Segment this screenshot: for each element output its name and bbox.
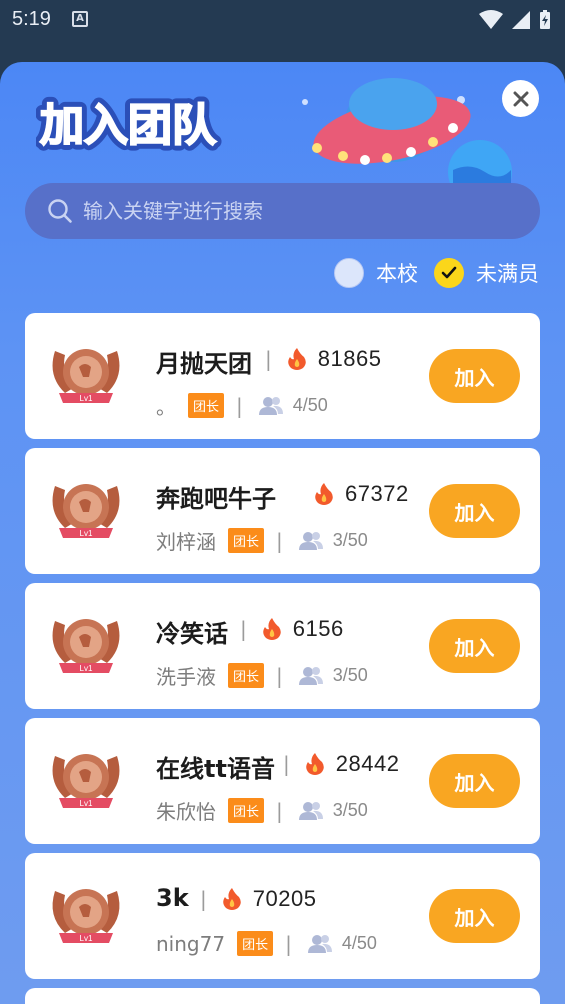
leader-name: 刘梓涵 xyxy=(156,530,216,554)
search-bar[interactable] xyxy=(25,183,540,239)
leader-tag: 团长 xyxy=(228,798,265,823)
team-name: 在线tt语音 xyxy=(156,755,275,783)
search-input[interactable] xyxy=(83,199,503,223)
leader-tag: 团长 xyxy=(228,528,265,553)
team-name: 3k xyxy=(156,884,189,912)
svg-text:Lv1: Lv1 xyxy=(80,664,93,673)
members-icon xyxy=(298,666,323,685)
member-count-text: 3/50 xyxy=(332,530,368,550)
team-list: Lv1 月抛天团 | 81865 。 团长 | 4/50 加入 Lv1 奔跑吧牛… xyxy=(25,313,540,1004)
filter-label: 未满员 xyxy=(476,262,539,286)
team-score: 28442 xyxy=(335,751,400,776)
team-card: Lv1 奔跑吧牛子 67372 刘梓涵 团长 | 3/50 加入 xyxy=(25,448,540,574)
join-team-sheet: 加入团队 加入团队 本校 未满员 xyxy=(0,62,565,1004)
join-button[interactable]: 加入 xyxy=(429,619,520,673)
join-button[interactable]: 加入 xyxy=(429,484,520,538)
team-card-partial xyxy=(25,988,540,1004)
leader-row: ning77 团长 | 4/50 xyxy=(156,931,377,956)
svg-text:Lv1: Lv1 xyxy=(80,529,93,538)
app-notification-icon: A xyxy=(72,11,88,27)
join-button[interactable]: 加入 xyxy=(429,754,520,808)
score-row: | 28442 xyxy=(283,751,400,776)
team-card: Lv1 冷笑话 | 6156 洗手液 团长 | 3/50 加入 xyxy=(25,583,540,709)
leader-tag: 团长 xyxy=(237,931,274,956)
score-row: | 81865 xyxy=(265,346,382,371)
filter-label: 本校 xyxy=(376,262,418,286)
wifi-icon xyxy=(479,10,503,29)
svg-text:加入团队: 加入团队 xyxy=(40,100,217,151)
leader-name: 朱欣怡 xyxy=(156,800,216,824)
team-score: 70205 xyxy=(252,886,317,911)
unchecked-circle-icon xyxy=(334,258,364,288)
member-count: 4/50 xyxy=(307,933,377,954)
fire-icon xyxy=(315,483,333,505)
leader-name: 。 xyxy=(156,395,176,419)
members-icon xyxy=(307,934,332,953)
level-badge-icon: Lv1 xyxy=(52,889,120,943)
score-row: 67372 xyxy=(313,481,409,507)
filter-group: 本校 未满员 xyxy=(334,258,539,288)
leader-tag: 团长 xyxy=(188,393,225,418)
search-icon xyxy=(48,199,72,223)
members-icon xyxy=(258,396,283,415)
leader-name: ning77 xyxy=(156,931,226,956)
signal-icon xyxy=(512,11,530,29)
team-score: 67372 xyxy=(345,481,409,506)
level-badge-icon: Lv1 xyxy=(52,754,120,808)
status-bar: 5:19 A xyxy=(0,0,565,40)
member-count-text: 4/50 xyxy=(292,395,328,415)
fire-icon xyxy=(305,753,324,775)
close-icon xyxy=(513,91,528,106)
team-name: 冷笑话 xyxy=(156,620,228,648)
member-count: 3/50 xyxy=(298,665,368,686)
members-icon xyxy=(298,801,323,820)
member-count-text: 4/50 xyxy=(341,933,377,953)
fire-icon xyxy=(287,348,306,370)
team-name: 月抛天团 xyxy=(156,350,252,378)
member-count-text: 3/50 xyxy=(332,665,368,685)
svg-text:Lv1: Lv1 xyxy=(80,934,93,943)
level-badge-icon: Lv1 xyxy=(52,349,120,403)
team-score: 81865 xyxy=(317,346,382,371)
score-row: | 6156 xyxy=(240,616,344,641)
team-name: 奔跑吧牛子 xyxy=(156,485,276,513)
member-count: 3/50 xyxy=(298,800,368,821)
team-card: Lv1 在线tt语音 | 28442 朱欣怡 团长 | 3/50 加入 xyxy=(25,718,540,844)
fire-icon xyxy=(222,888,241,910)
leader-row: 。 团长 | 4/50 xyxy=(156,391,328,420)
join-button[interactable]: 加入 xyxy=(429,349,520,403)
leader-row: 刘梓涵 团长 | 3/50 xyxy=(156,526,368,555)
level-badge-icon: Lv1 xyxy=(52,619,120,673)
leader-tag: 团长 xyxy=(228,663,265,688)
join-button[interactable]: 加入 xyxy=(429,889,520,943)
member-count: 4/50 xyxy=(258,395,328,416)
member-count-text: 3/50 xyxy=(332,800,368,820)
members-icon xyxy=(298,531,323,550)
leader-row: 洗手液 团长 | 3/50 xyxy=(156,661,368,690)
score-row: | 70205 xyxy=(200,886,317,911)
team-card: Lv1 3k | 70205 ning77 团长 | 4/50 加入 xyxy=(25,853,540,979)
level-badge-icon: Lv1 xyxy=(52,484,120,538)
svg-text:Lv1: Lv1 xyxy=(80,799,93,808)
member-count: 3/50 xyxy=(298,530,368,551)
checked-circle-icon xyxy=(434,258,464,288)
svg-text:Lv1: Lv1 xyxy=(80,394,93,403)
team-score: 6156 xyxy=(292,616,344,641)
filter-same-school[interactable]: 本校 xyxy=(334,258,418,288)
fire-icon xyxy=(262,618,281,640)
close-button[interactable] xyxy=(502,80,539,117)
battery-icon xyxy=(540,10,550,29)
leader-row: 朱欣怡 团长 | 3/50 xyxy=(156,796,368,825)
page-title: 加入团队 加入团队 xyxy=(36,94,223,157)
filter-not-full[interactable]: 未满员 xyxy=(434,258,539,288)
leader-name: 洗手液 xyxy=(156,665,216,689)
team-card: Lv1 月抛天团 | 81865 。 团长 | 4/50 加入 xyxy=(25,313,540,439)
status-time: 5:19 xyxy=(12,8,51,30)
